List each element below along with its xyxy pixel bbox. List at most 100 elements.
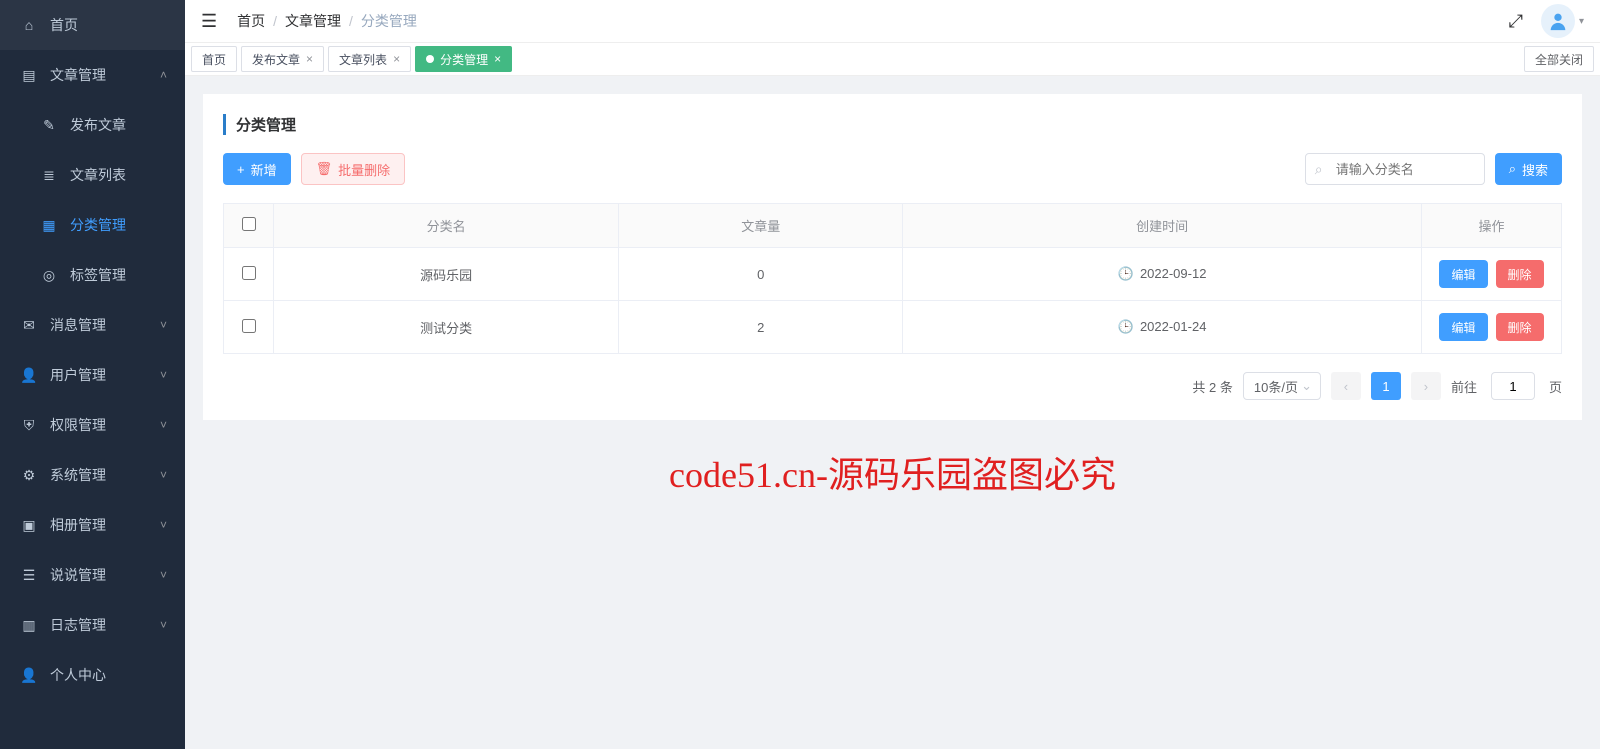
document-icon: ▤ bbox=[20, 67, 38, 84]
tab-article-list[interactable]: 文章列表 × bbox=[328, 46, 411, 72]
sidebar-item-profile[interactable]: 👤 个人中心 bbox=[0, 650, 185, 700]
chevron-down-icon: ˅ bbox=[160, 318, 167, 332]
active-dot-icon bbox=[426, 55, 434, 63]
goto-label: 前往 bbox=[1451, 377, 1477, 396]
cell-count: 2 bbox=[619, 301, 903, 354]
close-icon[interactable]: × bbox=[494, 52, 501, 66]
chevron-down-icon: ˅ bbox=[160, 618, 167, 632]
sidebar-item-user-manage[interactable]: 👤 用户管理 ˅ bbox=[0, 350, 185, 400]
breadcrumb-separator: / bbox=[349, 13, 353, 29]
pager-next-button[interactable]: › bbox=[1411, 372, 1441, 400]
chevron-down-icon: ˅ bbox=[160, 518, 167, 532]
sidebar-item-talk-manage[interactable]: ☰ 说说管理 ˅ bbox=[0, 550, 185, 600]
pager-prev-button[interactable]: ‹ bbox=[1331, 372, 1361, 400]
search-icon: ⌕ bbox=[1509, 161, 1516, 177]
fullscreen-icon[interactable]: ⤢ bbox=[1509, 11, 1523, 32]
chevron-down-icon: ˅ bbox=[160, 418, 167, 432]
cell-created-value: 2022-01-24 bbox=[1140, 319, 1207, 334]
sidebar-item-permission-manage[interactable]: ⛨ 权限管理 ˅ bbox=[0, 400, 185, 450]
toolbar: + 新增 🗑 批量删除 ⌕ ⌕ 搜索 bbox=[223, 153, 1562, 185]
tab-label: 文章列表 bbox=[339, 51, 387, 68]
breadcrumb-section[interactable]: 文章管理 bbox=[285, 11, 341, 31]
delete-button[interactable]: 删除 bbox=[1496, 313, 1544, 341]
breadcrumb-current: 分类管理 bbox=[361, 11, 417, 31]
sidebar-item-label: 说说管理 bbox=[50, 565, 106, 585]
breadcrumb-separator: / bbox=[273, 13, 277, 29]
watermark-text: code51.cn-源码乐园盗图必究 bbox=[669, 446, 1116, 498]
add-label: 新增 bbox=[251, 160, 277, 179]
gear-icon: ⚙ bbox=[20, 467, 38, 484]
sidebar-item-label: 首页 bbox=[50, 15, 78, 35]
clock-icon: 🕒 bbox=[1118, 266, 1134, 281]
chevron-left-icon: ‹ bbox=[1344, 379, 1348, 394]
sidebar-item-publish-article[interactable]: ✎ 发布文章 bbox=[0, 100, 185, 150]
row-checkbox[interactable] bbox=[242, 266, 256, 280]
add-button[interactable]: + 新增 bbox=[223, 153, 291, 185]
sidebar-item-label: 标签管理 bbox=[70, 265, 126, 285]
close-icon[interactable]: × bbox=[306, 52, 313, 66]
col-created: 创建时间 bbox=[903, 204, 1422, 248]
sidebar-item-article-manage[interactable]: ▤ 文章管理 ˄ bbox=[0, 50, 185, 100]
sidebar-item-tag-manage[interactable]: ◎ 标签管理 bbox=[0, 250, 185, 300]
tab-label: 发布文章 bbox=[252, 51, 300, 68]
sidebar-item-label: 分类管理 bbox=[70, 215, 126, 235]
sidebar-collapse-button[interactable]: ☰ bbox=[201, 11, 217, 32]
mail-icon: ✉ bbox=[20, 317, 38, 334]
trash-icon: 🗑 bbox=[316, 161, 333, 177]
goto-page-input[interactable] bbox=[1491, 372, 1535, 400]
avatar[interactable] bbox=[1541, 4, 1575, 38]
batch-delete-button[interactable]: 🗑 批量删除 bbox=[301, 153, 406, 185]
search-input[interactable] bbox=[1305, 153, 1485, 185]
sidebar-item-message-manage[interactable]: ✉ 消息管理 ˅ bbox=[0, 300, 185, 350]
tab-publish-article[interactable]: 发布文章 × bbox=[241, 46, 324, 72]
delete-label: 删除 bbox=[1508, 319, 1532, 336]
row-checkbox[interactable] bbox=[242, 319, 256, 333]
search-wrapper: ⌕ bbox=[1305, 153, 1485, 185]
caret-down-icon: ▾ bbox=[1579, 16, 1584, 27]
edit-label: 编辑 bbox=[1451, 266, 1475, 283]
home-icon: ⌂ bbox=[20, 17, 38, 33]
tab-home[interactable]: 首页 bbox=[191, 46, 237, 72]
sidebar-item-log-manage[interactable]: ▥ 日志管理 ˅ bbox=[0, 600, 185, 650]
pager-page-1[interactable]: 1 bbox=[1371, 372, 1401, 400]
tab-label: 首页 bbox=[202, 51, 226, 68]
close-all-tabs-button[interactable]: 全部关闭 bbox=[1524, 46, 1594, 72]
delete-button[interactable]: 删除 bbox=[1496, 260, 1544, 288]
select-all-checkbox[interactable] bbox=[242, 217, 256, 231]
cell-created: 🕒 2022-09-12 bbox=[903, 248, 1422, 301]
sidebar-item-article-list[interactable]: ≣ 文章列表 bbox=[0, 150, 185, 200]
clock-icon: 🕒 bbox=[1118, 319, 1134, 334]
col-ops: 操作 bbox=[1422, 204, 1562, 248]
cell-name: 测试分类 bbox=[274, 301, 619, 354]
cell-created: 🕒 2022-01-24 bbox=[903, 301, 1422, 354]
sidebar-item-album-manage[interactable]: ▣ 相册管理 ˅ bbox=[0, 500, 185, 550]
content-area: 分类管理 + 新增 🗑 批量删除 ⌕ bbox=[185, 76, 1600, 749]
search-label: 搜索 bbox=[1522, 160, 1548, 179]
cell-count: 0 bbox=[619, 248, 903, 301]
sidebar-item-category-manage[interactable]: ▦ 分类管理 bbox=[0, 200, 185, 250]
sidebar: ⌂ 首页 ▤ 文章管理 ˄ ✎ 发布文章 ≣ 文章列表 ▦ 分类管理 ◎ 标签管… bbox=[0, 0, 185, 749]
sidebar-item-system-manage[interactable]: ⚙ 系统管理 ˅ bbox=[0, 450, 185, 500]
list-icon: ≣ bbox=[40, 167, 58, 184]
cell-name: 源码乐园 bbox=[274, 248, 619, 301]
sidebar-item-home[interactable]: ⌂ 首页 bbox=[0, 0, 185, 50]
pagination: 共 2 条 10条/页 ‹ 1 › 前往 页 bbox=[223, 372, 1562, 400]
tabs-bar: 首页 发布文章 × 文章列表 × 分类管理 × 全部关闭 bbox=[185, 42, 1600, 76]
pager-total: 共 2 条 bbox=[1192, 377, 1232, 396]
chevron-up-icon: ˄ bbox=[160, 68, 167, 82]
edit-button[interactable]: 编辑 bbox=[1439, 260, 1487, 288]
card-head: 分类管理 bbox=[223, 114, 1562, 135]
plus-icon: + bbox=[237, 162, 245, 177]
edit-icon: ✎ bbox=[40, 117, 58, 134]
cell-created-value: 2022-09-12 bbox=[1140, 266, 1207, 281]
page-size-select[interactable]: 10条/页 bbox=[1243, 372, 1321, 400]
edit-button[interactable]: 编辑 bbox=[1439, 313, 1487, 341]
breadcrumb-home[interactable]: 首页 bbox=[237, 11, 265, 31]
tab-category-manage[interactable]: 分类管理 × bbox=[415, 46, 512, 72]
avatar-icon bbox=[1547, 10, 1569, 32]
close-icon[interactable]: × bbox=[393, 52, 400, 66]
page-title: 分类管理 bbox=[236, 114, 1562, 135]
search-button[interactable]: ⌕ 搜索 bbox=[1495, 153, 1562, 185]
chevron-down-icon: ˅ bbox=[160, 568, 167, 582]
sidebar-item-label: 发布文章 bbox=[70, 115, 126, 135]
